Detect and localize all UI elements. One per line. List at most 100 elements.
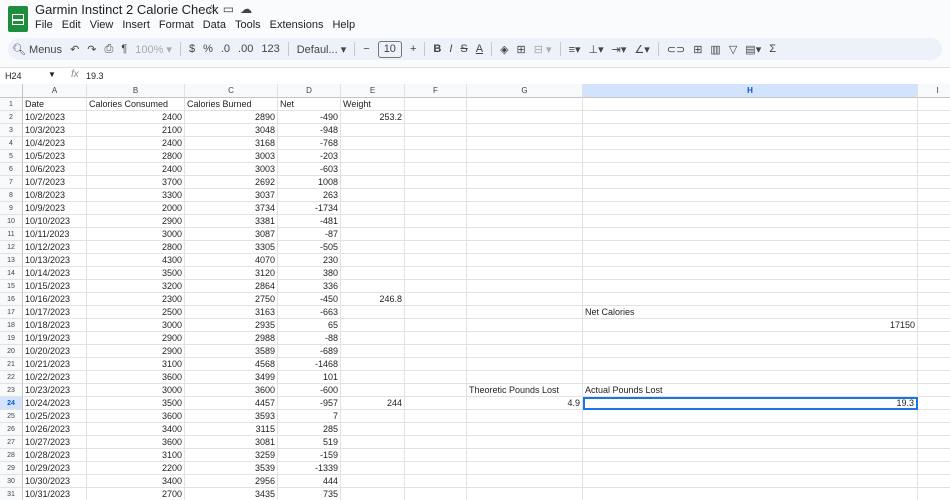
cell-h7[interactable]: [583, 176, 918, 189]
cell-e23[interactable]: [341, 384, 405, 397]
cell-e17[interactable]: [341, 306, 405, 319]
cell-e29[interactable]: [341, 462, 405, 475]
row-header[interactable]: 21: [0, 358, 23, 371]
cell-f21[interactable]: [405, 358, 467, 371]
cell-b26[interactable]: 3400: [87, 423, 185, 436]
link-icon[interactable]: ⊂⊃: [667, 43, 685, 56]
cell-b27[interactable]: 3600: [87, 436, 185, 449]
italic-button[interactable]: I: [449, 43, 452, 55]
cell-d20[interactable]: -689: [278, 345, 341, 358]
cell-i7[interactable]: [918, 176, 950, 189]
cell-e20[interactable]: [341, 345, 405, 358]
cell-d19[interactable]: -88: [278, 332, 341, 345]
functions-button[interactable]: Σ: [769, 43, 776, 55]
document-title[interactable]: Garmin Instinct 2 Calorie Check: [35, 2, 219, 17]
cell-g16[interactable]: [467, 293, 583, 306]
cell-g31[interactable]: [467, 488, 583, 500]
cell-c8[interactable]: 3037: [185, 189, 278, 202]
cell-f12[interactable]: [405, 241, 467, 254]
cell-g8[interactable]: [467, 189, 583, 202]
cell-g3[interactable]: [467, 124, 583, 137]
formula-input[interactable]: 19.3: [86, 71, 104, 81]
cell-f17[interactable]: [405, 306, 467, 319]
cell-b18[interactable]: 3000: [87, 319, 185, 332]
row-header[interactable]: 31: [0, 488, 23, 500]
cell-i11[interactable]: [918, 228, 950, 241]
row-header[interactable]: 20: [0, 345, 23, 358]
cell-f8[interactable]: [405, 189, 467, 202]
cell-c19[interactable]: 2988: [185, 332, 278, 345]
star-icon[interactable]: ☆: [206, 2, 223, 16]
undo-icon[interactable]: ↶: [70, 43, 79, 56]
column-header-e[interactable]: E: [341, 84, 405, 98]
row-header[interactable]: 17: [0, 306, 23, 319]
row-header[interactable]: 12: [0, 241, 23, 254]
number-format-button[interactable]: 123: [261, 43, 279, 55]
cell-d1[interactable]: Net: [278, 98, 341, 111]
cell-c13[interactable]: 4070: [185, 254, 278, 267]
cell-i4[interactable]: [918, 137, 950, 150]
cell-e2[interactable]: 253.2: [341, 111, 405, 124]
cell-d27[interactable]: 519: [278, 436, 341, 449]
cell-e4[interactable]: [341, 137, 405, 150]
cell-g19[interactable]: [467, 332, 583, 345]
cell-f27[interactable]: [405, 436, 467, 449]
cell-c27[interactable]: 3081: [185, 436, 278, 449]
select-all-corner[interactable]: [0, 84, 23, 98]
column-header-i[interactable]: I: [918, 84, 950, 98]
cell-c23[interactable]: 3600: [185, 384, 278, 397]
cell-i28[interactable]: [918, 449, 950, 462]
cell-f25[interactable]: [405, 410, 467, 423]
row-header[interactable]: 11: [0, 228, 23, 241]
increase-decimal-button[interactable]: .00: [238, 43, 253, 55]
cell-c24[interactable]: 4457: [185, 397, 278, 410]
cell-h14[interactable]: [583, 267, 918, 280]
cell-c25[interactable]: 3593: [185, 410, 278, 423]
cell-h12[interactable]: [583, 241, 918, 254]
cell-b15[interactable]: 3200: [87, 280, 185, 293]
cell-e31[interactable]: [341, 488, 405, 500]
menu-extensions[interactable]: Extensions: [270, 19, 324, 31]
cell-e14[interactable]: [341, 267, 405, 280]
cell-i27[interactable]: [918, 436, 950, 449]
cell-g18[interactable]: [467, 319, 583, 332]
menu-data[interactable]: Data: [203, 19, 226, 31]
cell-i16[interactable]: [918, 293, 950, 306]
cell-b10[interactable]: 2900: [87, 215, 185, 228]
cell-g26[interactable]: [467, 423, 583, 436]
cell-f13[interactable]: [405, 254, 467, 267]
column-header-b[interactable]: B: [87, 84, 185, 98]
cell-g29[interactable]: [467, 462, 583, 475]
cell-a3[interactable]: 10/3/2023: [23, 124, 87, 137]
cell-d5[interactable]: -203: [278, 150, 341, 163]
cell-e18[interactable]: [341, 319, 405, 332]
cell-b17[interactable]: 2500: [87, 306, 185, 319]
cell-d12[interactable]: -505: [278, 241, 341, 254]
cell-g21[interactable]: [467, 358, 583, 371]
cell-c20[interactable]: 3589: [185, 345, 278, 358]
cell-h18[interactable]: 17150: [583, 319, 918, 332]
cell-g30[interactable]: [467, 475, 583, 488]
cell-d10[interactable]: -481: [278, 215, 341, 228]
cell-c11[interactable]: 3087: [185, 228, 278, 241]
cell-h3[interactable]: [583, 124, 918, 137]
cell-e24[interactable]: 244: [341, 397, 405, 410]
font-select[interactable]: Defaul... ▾: [297, 43, 347, 56]
cell-g14[interactable]: [467, 267, 583, 280]
cell-f22[interactable]: [405, 371, 467, 384]
cell-c9[interactable]: 3734: [185, 202, 278, 215]
cell-a8[interactable]: 10/8/2023: [23, 189, 87, 202]
cell-d23[interactable]: -600: [278, 384, 341, 397]
cell-c2[interactable]: 2890: [185, 111, 278, 124]
cell-a24[interactable]: 10/24/2023: [23, 397, 87, 410]
paint-format-icon[interactable]: ¶: [121, 43, 127, 55]
cell-h25[interactable]: [583, 410, 918, 423]
folder-icon[interactable]: ▭: [223, 2, 240, 16]
cell-a27[interactable]: 10/27/2023: [23, 436, 87, 449]
cell-b5[interactable]: 2800: [87, 150, 185, 163]
cell-b20[interactable]: 2900: [87, 345, 185, 358]
cell-h21[interactable]: [583, 358, 918, 371]
filter-views-icon[interactable]: ▤▾: [745, 43, 761, 56]
cell-d18[interactable]: 65: [278, 319, 341, 332]
cell-a5[interactable]: 10/5/2023: [23, 150, 87, 163]
